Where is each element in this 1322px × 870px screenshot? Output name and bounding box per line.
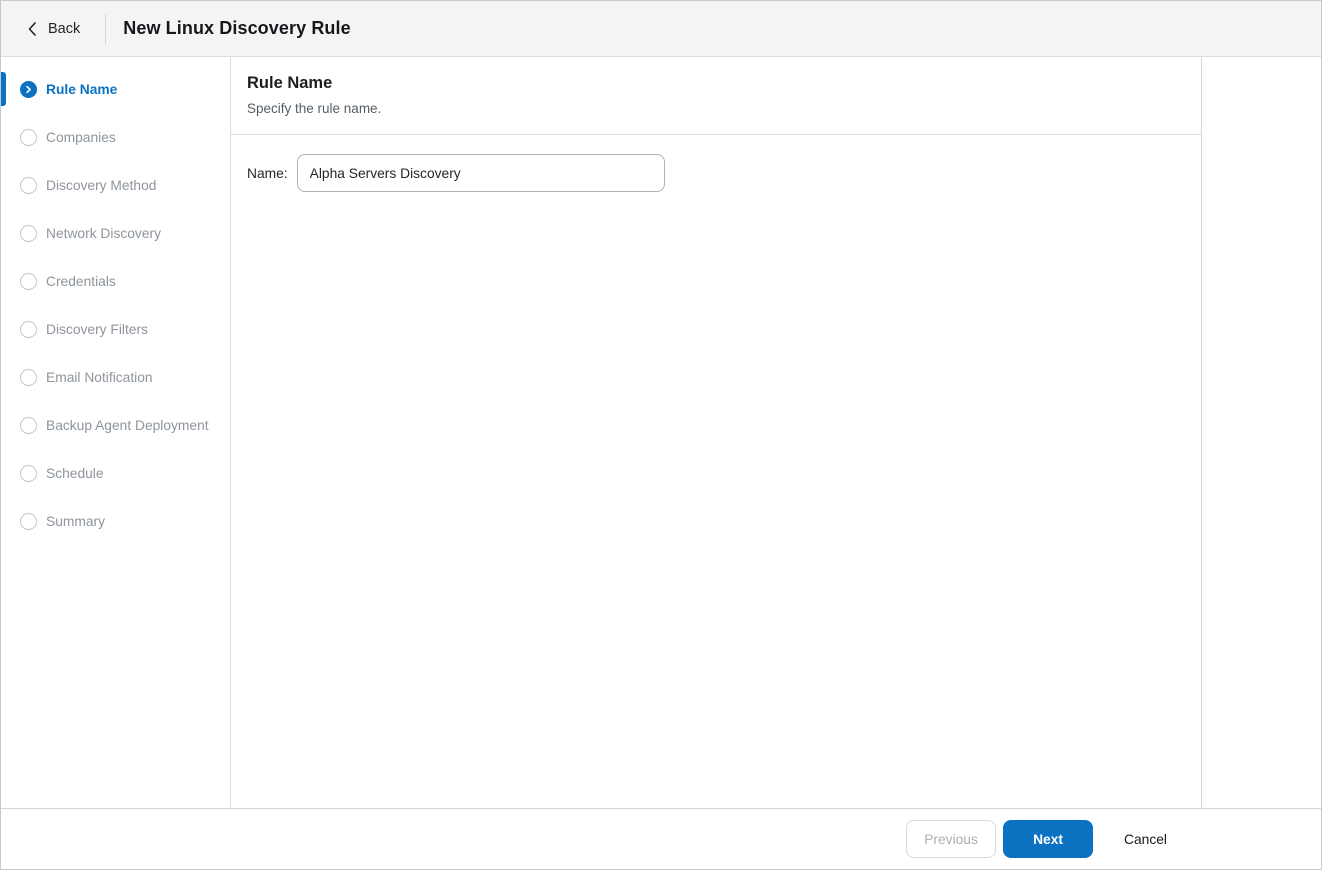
wizard-window: Back New Linux Discovery Rule Rule Name …: [0, 0, 1322, 870]
next-button[interactable]: Next: [1003, 820, 1093, 858]
step-status-icon: [20, 225, 37, 242]
header-divider: [105, 14, 106, 44]
wizard-step-email-notification[interactable]: Email Notification: [1, 353, 230, 401]
content-spacer: [1202, 57, 1321, 808]
wizard-steps-sidebar: Rule Name Companies Discovery Method Net…: [1, 57, 231, 808]
wizard-step-companies[interactable]: Companies: [1, 113, 230, 161]
wizard-content: Rule Name Specify the rule name. Name:: [231, 57, 1321, 808]
form-area: Name:: [231, 135, 1201, 211]
step-label: Companies: [46, 130, 116, 145]
step-label: Email Notification: [46, 370, 153, 385]
previous-button[interactable]: Previous: [906, 820, 996, 858]
back-button-label: Back: [48, 21, 80, 37]
wizard-header: Back New Linux Discovery Rule: [1, 1, 1321, 57]
step-status-icon: [20, 273, 37, 290]
step-status-icon: [20, 129, 37, 146]
cancel-button[interactable]: Cancel: [1124, 820, 1167, 858]
step-label: Backup Agent Deployment: [46, 418, 209, 433]
wizard-step-network-discovery[interactable]: Network Discovery: [1, 209, 230, 257]
wizard-step-summary[interactable]: Summary: [1, 497, 230, 545]
step-status-icon: [20, 177, 37, 194]
step-status-icon: [20, 417, 37, 434]
step-status-icon: [20, 81, 37, 98]
step-status-icon: [20, 369, 37, 386]
page-title: New Linux Discovery Rule: [123, 18, 350, 39]
back-button[interactable]: Back: [23, 15, 84, 43]
step-label: Credentials: [46, 274, 116, 289]
step-label: Summary: [46, 514, 105, 529]
chevron-right-icon: [24, 85, 33, 94]
wizard-steps-list: Rule Name Companies Discovery Method Net…: [1, 65, 230, 545]
rule-name-row: Name:: [247, 154, 1185, 192]
content-pane: Rule Name Specify the rule name. Name:: [231, 57, 1202, 808]
step-label: Discovery Filters: [46, 322, 148, 337]
step-label: Schedule: [46, 466, 104, 481]
step-status-icon: [20, 465, 37, 482]
wizard-step-schedule[interactable]: Schedule: [1, 449, 230, 497]
wizard-step-credentials[interactable]: Credentials: [1, 257, 230, 305]
section-title: Rule Name: [247, 74, 1185, 93]
chevron-left-icon: [27, 21, 38, 37]
step-status-icon: [20, 513, 37, 530]
rule-name-label: Name:: [247, 166, 288, 181]
section-subtitle: Specify the rule name.: [247, 101, 1185, 116]
wizard-step-discovery-method[interactable]: Discovery Method: [1, 161, 230, 209]
wizard-footer: Previous Next Cancel: [1, 808, 1321, 869]
rule-name-input[interactable]: [297, 154, 665, 192]
wizard-body: Rule Name Companies Discovery Method Net…: [1, 57, 1321, 808]
step-label: Network Discovery: [46, 226, 161, 241]
step-label: Rule Name: [46, 82, 117, 97]
wizard-step-discovery-filters[interactable]: Discovery Filters: [1, 305, 230, 353]
active-step-indicator: [1, 72, 6, 106]
wizard-step-rule-name[interactable]: Rule Name: [1, 65, 230, 113]
section-header: Rule Name Specify the rule name.: [231, 57, 1201, 135]
step-label: Discovery Method: [46, 178, 156, 193]
wizard-step-backup-agent-deployment[interactable]: Backup Agent Deployment: [1, 401, 230, 449]
step-status-icon: [20, 321, 37, 338]
